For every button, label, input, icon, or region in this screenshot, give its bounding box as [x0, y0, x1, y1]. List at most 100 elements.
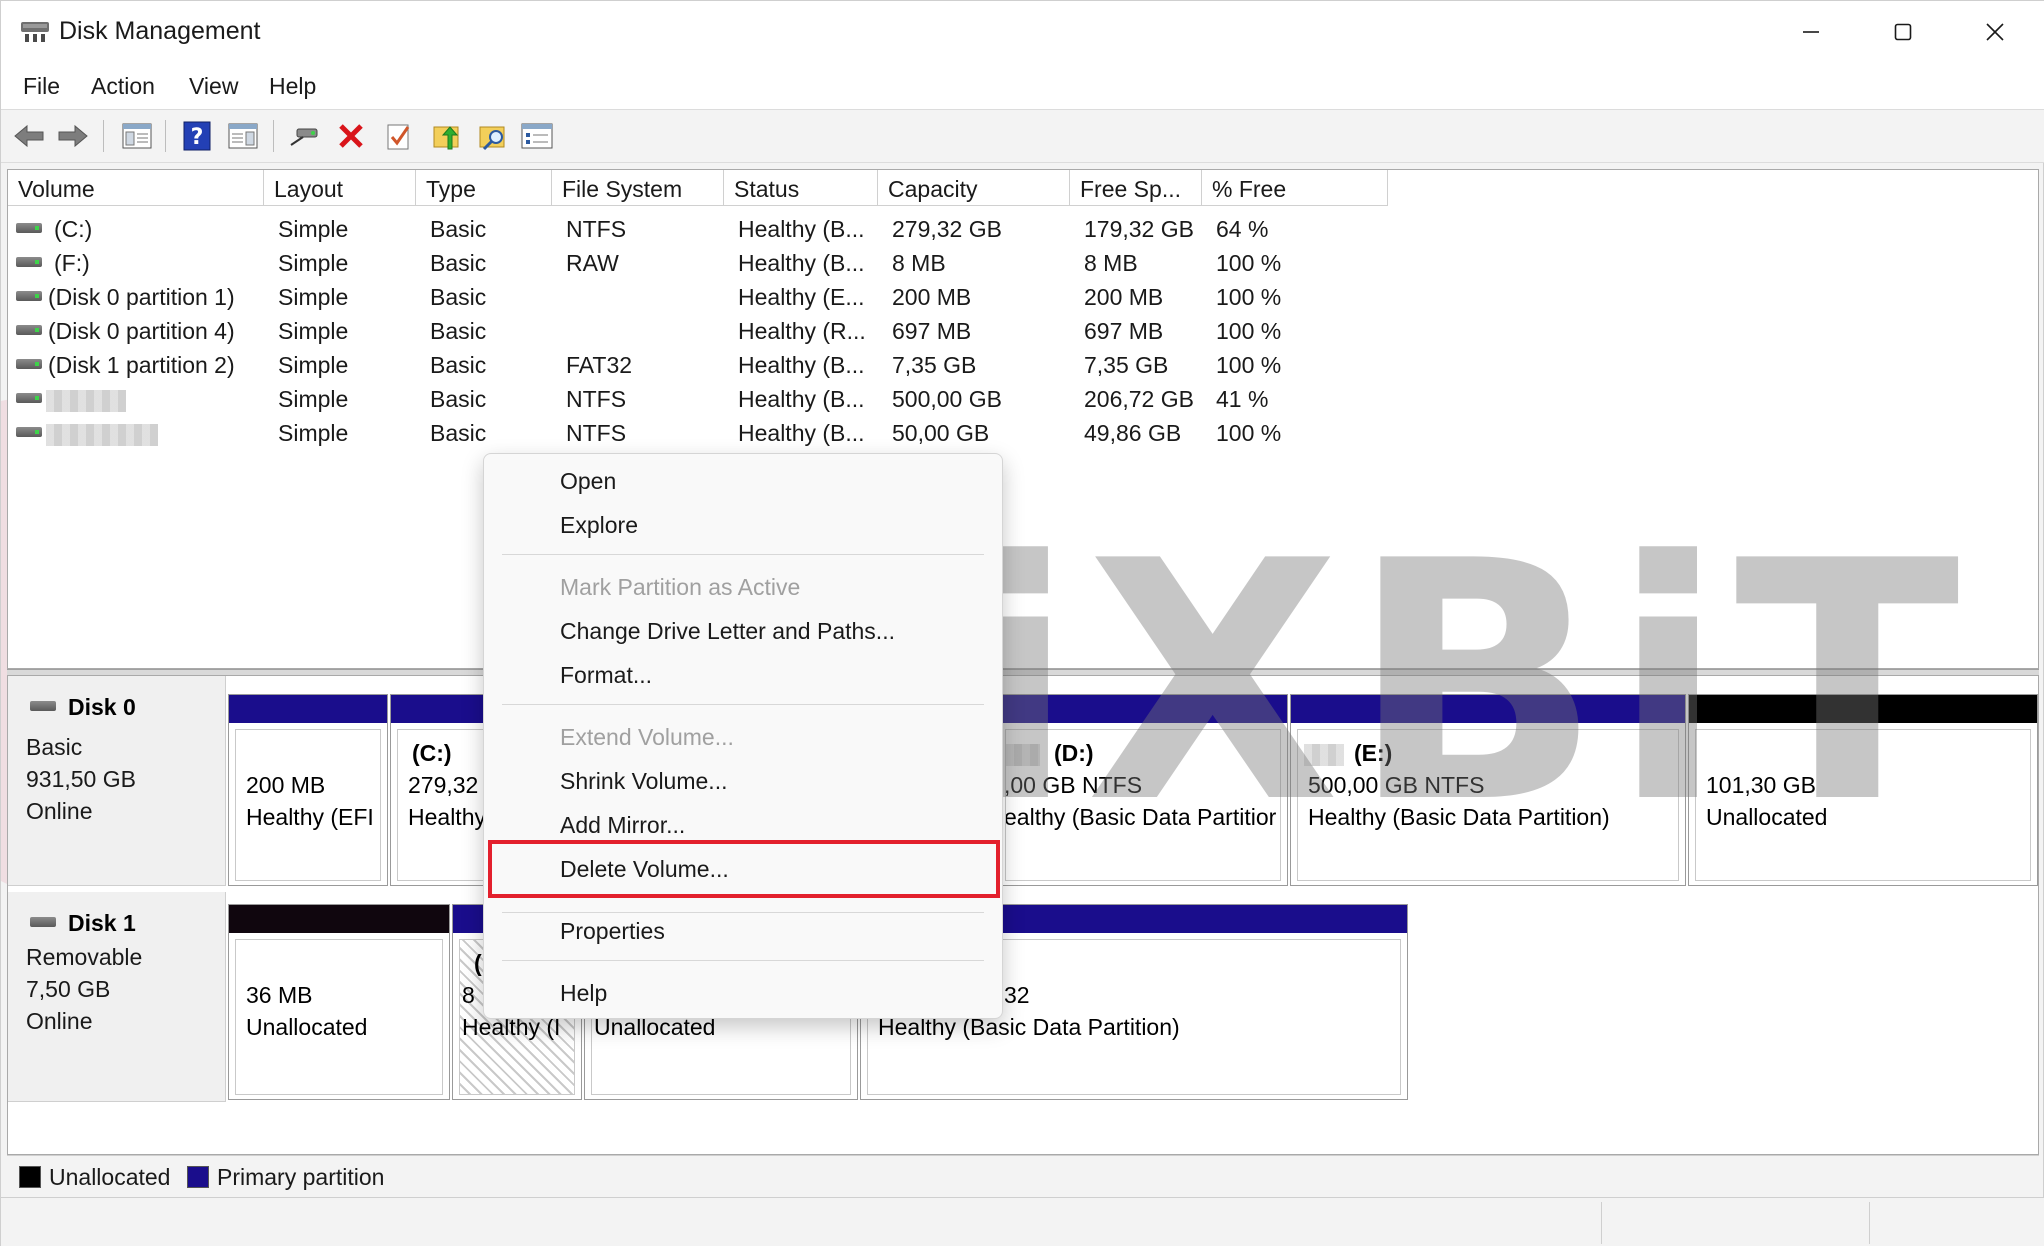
- up-folder-icon: [433, 126, 459, 150]
- menu-format[interactable]: Format...: [560, 662, 652, 689]
- volume-row[interactable]: (Disk 1 partition 2) Simple Basic FAT32 …: [8, 348, 1388, 382]
- volume-type: Basic: [430, 318, 487, 344]
- menu-change-drive-letter[interactable]: Change Drive Letter and Paths...: [560, 618, 895, 645]
- check-button[interactable]: [381, 118, 417, 154]
- toolbar-separator: [273, 120, 274, 152]
- maximize-icon: [1894, 23, 1912, 41]
- column-status[interactable]: Status: [724, 170, 878, 206]
- primary-partition-bar: [1291, 695, 1685, 723]
- volume-free: 49,86 GB: [1084, 420, 1182, 446]
- partition-body: (D:) ,00 GB NTFS ealthy (Basic Data Part…: [1005, 729, 1281, 881]
- partition-body: 36 MB Unallocated: [235, 939, 443, 1095]
- column-file-system[interactable]: File System: [552, 170, 724, 206]
- drive-icon: [16, 359, 42, 369]
- column-type[interactable]: Type: [416, 170, 552, 206]
- svg-text:?: ?: [191, 125, 204, 150]
- list-button[interactable]: [519, 118, 555, 154]
- close-button[interactable]: [1949, 1, 2041, 63]
- console-tree-button[interactable]: [119, 118, 155, 154]
- volume-status: Healthy (B...: [738, 352, 865, 378]
- toolbar-separator: [165, 120, 166, 152]
- partition-e[interactable]: (E:) 500,00 GB NTFS Healthy (Basic Data …: [1290, 694, 1686, 886]
- menu-explore[interactable]: Explore: [560, 512, 638, 539]
- partition-size: 200 MB: [246, 772, 326, 798]
- search-folder-icon: [479, 126, 505, 151]
- delete-volume-highlight: [488, 840, 1000, 898]
- volume-row[interactable]: Simple Basic NTFS Healthy (B... 50,00 GB…: [8, 416, 1388, 450]
- volume-type: Basic: [430, 250, 487, 276]
- disk-name: Disk 0: [68, 694, 136, 720]
- volume-pct-free: 64 %: [1216, 216, 1269, 242]
- disk-type: Basic: [26, 734, 83, 760]
- menu-add-mirror[interactable]: Add Mirror...: [560, 812, 685, 839]
- volume-pct-free: 41 %: [1216, 386, 1269, 412]
- volume-row[interactable]: (F:) Simple Basic RAW Healthy (B... 8 MB…: [8, 246, 1388, 280]
- volume-capacity: 8 MB: [892, 250, 946, 276]
- volume-row[interactable]: Simple Basic NTFS Healthy (B... 500,00 G…: [8, 382, 1388, 416]
- disk-type: Removable: [26, 944, 143, 970]
- menu-properties[interactable]: Properties: [560, 918, 665, 945]
- toolbar: ?: [1, 109, 2044, 163]
- menu-file[interactable]: File: [23, 73, 60, 100]
- partition-d[interactable]: (D:) ,00 GB NTFS ealthy (Basic Data Part…: [998, 694, 1288, 886]
- partition-unallocated[interactable]: 36 MB Unallocated: [228, 904, 450, 1100]
- drive-icon: [16, 427, 42, 437]
- column-free-space[interactable]: Free Sp...: [1070, 170, 1202, 206]
- column-volume[interactable]: Volume: [8, 170, 264, 206]
- volume-pct-free: 100 %: [1216, 352, 1282, 378]
- volume-row[interactable]: (Disk 0 partition 1) Simple Basic Health…: [8, 280, 1388, 314]
- properties-button[interactable]: [225, 118, 261, 154]
- volume-type: Basic: [430, 216, 487, 242]
- minimize-button[interactable]: [1765, 1, 1857, 63]
- menu-action[interactable]: Action: [91, 73, 155, 100]
- disk-1-label[interactable]: Disk 1 Removable 7,50 GB Online: [8, 892, 226, 1102]
- menu-open[interactable]: Open: [560, 468, 616, 495]
- search-folder-button[interactable]: [475, 118, 511, 154]
- maximize-button[interactable]: [1857, 1, 1949, 63]
- partition-size: 101,30 GB: [1706, 772, 1816, 798]
- volume-fs: NTFS: [566, 420, 627, 446]
- partition-body: (E:) 500,00 GB NTFS Healthy (Basic Data …: [1297, 729, 1679, 881]
- back-button[interactable]: [11, 118, 47, 154]
- partition-efi[interactable]: 200 MB Healthy (EFI: [228, 694, 388, 886]
- menu-separator: [502, 554, 984, 555]
- column-layout[interactable]: Layout: [264, 170, 416, 206]
- minimize-icon: [1803, 31, 1819, 33]
- connect-button[interactable]: [287, 118, 323, 154]
- drive-icon: [16, 325, 42, 335]
- volume-layout: Simple: [278, 352, 349, 378]
- delete-button[interactable]: [333, 118, 369, 154]
- status-bar: [1, 1197, 2044, 1246]
- column-percent-free[interactable]: % Free: [1202, 170, 1388, 206]
- primary-partition-bar: [999, 695, 1287, 723]
- legend-unallocated-label: Unallocated: [49, 1164, 171, 1190]
- volume-capacity: 500,00 GB: [892, 386, 1002, 412]
- unallocated-bar: [1689, 695, 2037, 723]
- help-button[interactable]: ?: [179, 118, 215, 154]
- up-folder-button[interactable]: [429, 118, 465, 154]
- forward-button[interactable]: [55, 118, 91, 154]
- partition-body: 200 MB Healthy (EFI: [235, 729, 381, 881]
- menu-help[interactable]: Help: [269, 73, 316, 100]
- volume-row[interactable]: (C:) Simple Basic NTFS Healthy (B... 279…: [8, 212, 1388, 246]
- menu-separator: [502, 960, 984, 961]
- disk-size: 931,50 GB: [26, 766, 136, 792]
- disk-0-label[interactable]: Disk 0 Basic 931,50 GB Online: [8, 676, 226, 886]
- column-capacity[interactable]: Capacity: [878, 170, 1070, 206]
- volume-status: Healthy (B...: [738, 386, 865, 412]
- volume-status: Healthy (B...: [738, 250, 865, 276]
- volume-row[interactable]: (Disk 0 partition 4) Simple Basic Health…: [8, 314, 1388, 348]
- menu-view[interactable]: View: [189, 73, 238, 100]
- menu-shrink-volume[interactable]: Shrink Volume...: [560, 768, 727, 795]
- volume-status: Healthy (R...: [738, 318, 866, 344]
- disk-state: Online: [26, 798, 93, 824]
- partition-unallocated[interactable]: 101,30 GB Unallocated: [1688, 694, 2038, 886]
- menu-help-item[interactable]: Help: [560, 980, 607, 1007]
- partition-size: 279,32 (: [408, 772, 493, 798]
- partition-size: 32: [1004, 982, 1030, 1008]
- volume-name: (C:): [54, 216, 93, 242]
- volume-capacity: 50,00 GB: [892, 420, 990, 446]
- window-title: Disk Management: [59, 17, 261, 45]
- back-arrow-icon: [14, 124, 44, 148]
- volume-layout: Simple: [278, 216, 349, 242]
